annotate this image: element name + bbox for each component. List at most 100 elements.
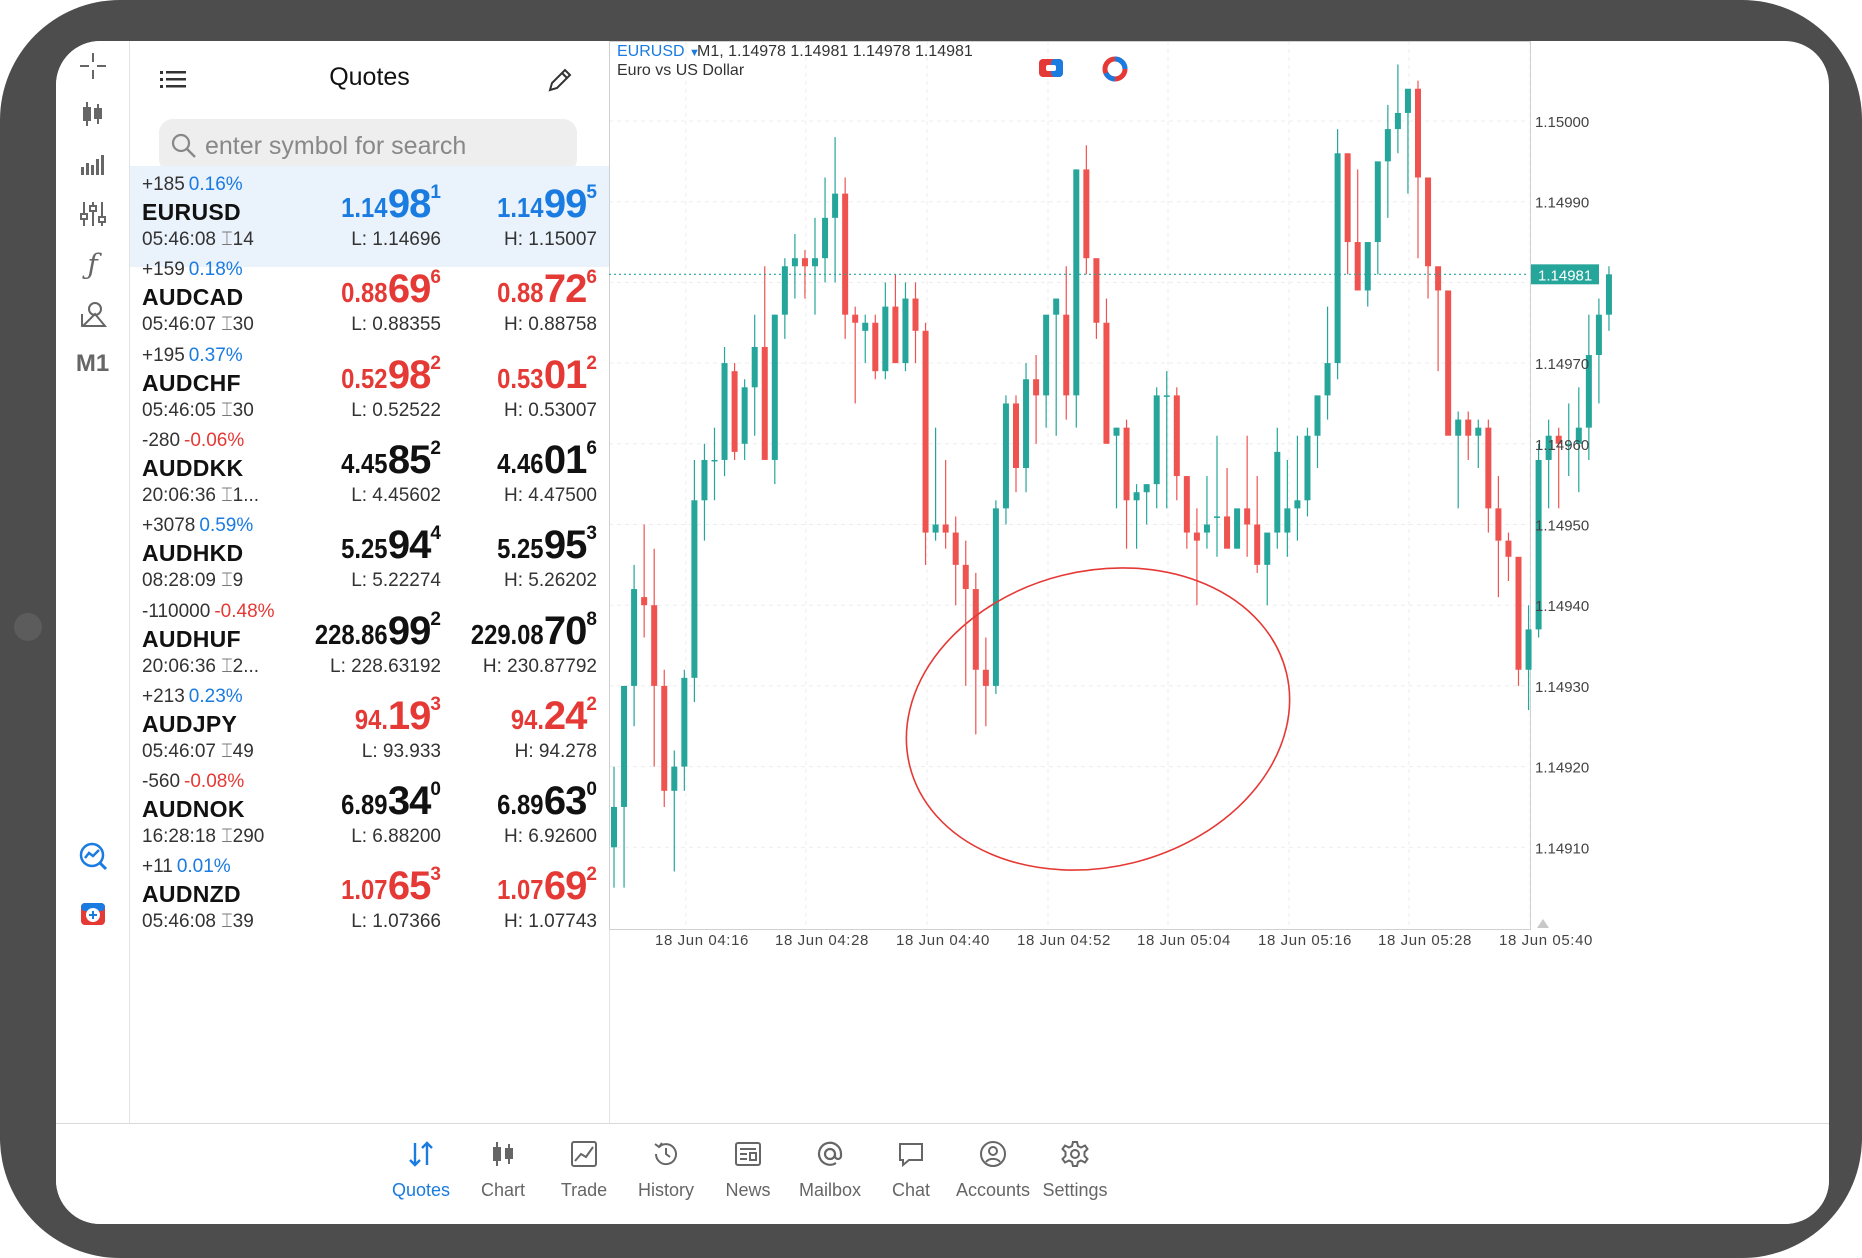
quote-ask[interactable]: 1.07692 — [489, 864, 597, 909]
price-chart[interactable]: 1.15000 1.14990 1.14970 1.14960 1.14950 1.149… — [609, 41, 1829, 1123]
quotes-panel: Quotes +1850.16%EURUSD05:46:08 ⌶141.1498… — [130, 41, 610, 1123]
quote-change: -110000 -0.48% — [142, 601, 275, 623]
quote-high: H: 94.278 — [514, 740, 597, 762]
quote-time-value: 20:06:36 — [142, 655, 216, 677]
quote-time: 05:46:07 ⌶30 — [142, 314, 254, 336]
quote-symbol: AUDHKD — [142, 540, 244, 567]
quote-bid[interactable]: 6.89340 — [333, 779, 441, 824]
price-axis-label: 1.14950 — [1535, 518, 1589, 535]
nav-settings[interactable]: Settings — [1027, 1134, 1123, 1214]
ask-fraction: 2 — [586, 864, 597, 886]
quote-change-points: +195 — [142, 344, 185, 366]
volume-bars-icon[interactable] — [56, 139, 129, 189]
time-axis-label: 18 Jun 04:28 — [775, 932, 869, 949]
quote-bid[interactable]: 5.25944 — [333, 523, 441, 568]
quote-high: H: 1.07743 — [504, 911, 597, 933]
quote-low: L: 5.22274 — [351, 570, 441, 592]
ask-pips: 24 — [543, 693, 587, 738]
quote-spread: 14 — [232, 229, 254, 250]
quote-high: H: 0.88758 — [504, 314, 597, 336]
quote-bid[interactable]: 1.07653 — [333, 864, 441, 909]
quote-ask[interactable]: 6.89630 — [489, 779, 597, 824]
quote-ask[interactable]: 0.53012 — [489, 353, 597, 398]
quote-bid[interactable]: 0.52982 — [333, 353, 441, 398]
quote-bid[interactable]: 4.45852 — [333, 438, 441, 483]
quote-change-percent: 0.16% — [188, 174, 243, 195]
indicator-settings-icon[interactable] — [56, 189, 129, 239]
ask-pips: 70 — [543, 608, 587, 653]
chart-canvas[interactable]: 1.15000 1.14990 1.14970 1.14960 1.14950 1.149… — [609, 41, 1829, 1123]
quote-ask[interactable]: 94.242 — [505, 694, 597, 739]
quote-time-value: 05:46:05 — [142, 399, 216, 421]
chart-type-icon[interactable] — [56, 89, 129, 139]
ask-fraction: 3 — [586, 523, 597, 545]
quote-change-points: -280 — [142, 429, 181, 451]
edit-pencil-icon[interactable] — [546, 66, 574, 99]
price-axis-label: 1.14930 — [1535, 679, 1589, 696]
bottom-navigation: Quotes Chart Trade History News Mailbox Chat Ac… — [56, 1123, 1829, 1224]
price-axis-label: 1.14990 — [1535, 195, 1589, 212]
quote-symbol: AUDCHF — [142, 369, 241, 396]
quote-change-points: +3078 — [142, 515, 196, 537]
quote-ask[interactable]: 4.46016 — [489, 438, 597, 483]
one-click-trading-icon[interactable] — [56, 889, 129, 939]
ask-fraction: 6 — [586, 267, 597, 289]
function-icon[interactable]: ƒ — [56, 239, 129, 289]
current-price-label: 1.14981 — [1538, 267, 1592, 284]
spread-icon: ⌶ — [221, 911, 233, 933]
symbol-search-box — [159, 119, 577, 173]
objects-icon[interactable] — [56, 289, 129, 339]
ask-fraction: 6 — [586, 437, 597, 459]
bid-prefix: 1.07 — [341, 874, 388, 906]
price-axis-label: 1.14940 — [1535, 598, 1589, 615]
bid-prefix: 4.45 — [341, 447, 388, 479]
signals-icon[interactable] — [56, 831, 129, 881]
bid-fraction: 3 — [430, 864, 441, 886]
price-axis-label: 1.14970 — [1535, 356, 1589, 373]
time-axis-label: 18 Jun 04:16 — [655, 932, 749, 949]
symbol-search-input[interactable] — [205, 119, 565, 173]
quote-time: 05:46:08 ⌶39 — [142, 911, 254, 933]
bid-pips: 98 — [387, 352, 431, 397]
timeframe-m1-button[interactable]: M1 — [56, 339, 129, 389]
ask-fraction: 0 — [586, 779, 597, 801]
quote-bid[interactable]: 1.14981 — [333, 182, 441, 227]
settings-gear-icon — [1027, 1134, 1123, 1174]
quote-ask[interactable]: 1.14995 — [489, 182, 597, 227]
app-screen: ƒ M1 Quotes +1850.16% EURUSD 05:46:08 — [56, 41, 1829, 1224]
quote-ask[interactable]: 0.88726 — [489, 267, 597, 312]
bid-fraction: 2 — [430, 352, 441, 374]
chart-symbol: EURUSD — [617, 43, 685, 60]
time-axis-label: 18 Jun 04:52 — [1017, 932, 1111, 949]
quote-low: L: 1.14696 — [351, 229, 441, 250]
chart-symbol-selector[interactable]: EURUSD ▼ — [617, 43, 700, 61]
quote-change-percent: 0.18% — [188, 259, 243, 281]
ask-pips: 72 — [543, 267, 587, 312]
ask-fraction: 5 — [586, 182, 597, 203]
quote-spread: 39 — [232, 911, 254, 933]
quote-row-audnzd[interactable]: +11 0.01% AUDNZD 05:46:08 ⌶39 1.07653 1.07692… — [130, 848, 609, 949]
quote-change: +11 0.01% — [142, 856, 231, 878]
quote-ask[interactable]: 5.25953 — [489, 523, 597, 568]
quote-change-points: -110000 — [142, 600, 211, 622]
bid-fraction: 6 — [430, 267, 441, 289]
candle — [872, 314, 879, 380]
chart-shift-marker[interactable] — [1537, 919, 1549, 928]
bid-fraction: 3 — [430, 693, 441, 715]
bid-pips: 65 — [387, 864, 431, 909]
crosshair-icon[interactable] — [56, 41, 129, 91]
quote-ask[interactable]: 229.08708 — [458, 609, 597, 654]
quote-bid[interactable]: 94.193 — [349, 694, 441, 739]
time-axis-label: 18 Jun 05:16 — [1258, 932, 1352, 949]
chart-symbol-description: Euro vs US Dollar — [617, 62, 745, 79]
quote-bid[interactable]: 0.88696 — [333, 267, 441, 312]
quote-bid[interactable]: 228.86992 — [302, 609, 441, 654]
ask-pips: 01 — [543, 352, 587, 397]
quote-spread: 290 — [232, 826, 265, 848]
spread-icon: ⌶ — [221, 399, 233, 421]
candle — [1334, 129, 1341, 380]
bid-prefix: 0.88 — [341, 277, 388, 309]
ask-fraction: 2 — [586, 693, 597, 715]
spread-icon: ⌶ — [221, 655, 233, 677]
quote-symbol: AUDNZD — [142, 881, 241, 908]
